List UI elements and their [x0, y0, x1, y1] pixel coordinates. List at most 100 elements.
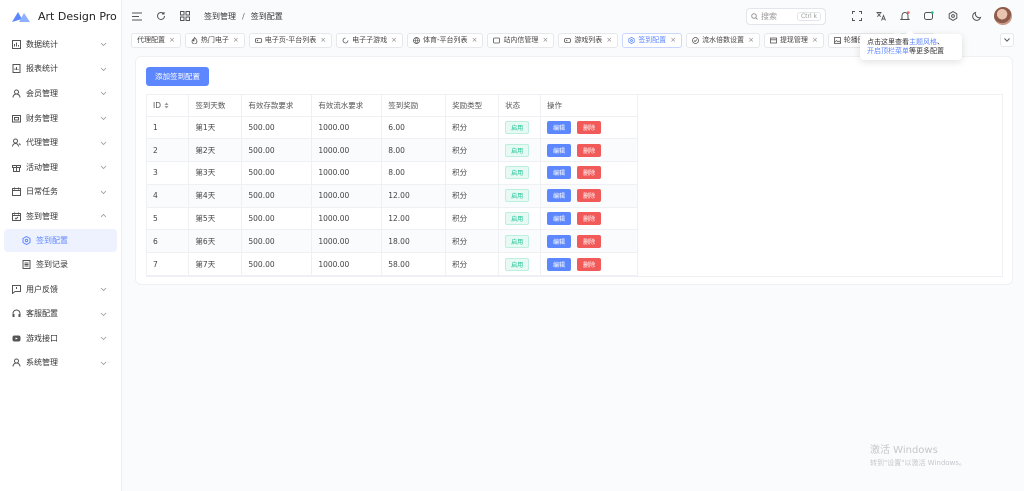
dark-mode-moon-icon[interactable] [972, 11, 982, 21]
chevron-down-icon [100, 41, 107, 48]
close-icon[interactable]: × [812, 36, 818, 44]
tab-label: 电子子游戏 [352, 36, 388, 44]
table-row: 5 第5天 500.00 1000.00 12.00 积分 启用 编辑 删除 [147, 207, 638, 231]
close-icon[interactable]: × [391, 36, 397, 44]
sidebar-item[interactable]: 报表统计 [0, 57, 121, 82]
tab-label: 游戏列表 [574, 36, 603, 44]
edit-button[interactable]: 编辑 [547, 257, 572, 271]
sidebar-item[interactable]: 会员管理 [0, 81, 121, 106]
tab[interactable]: 电子页-平台列表 × [248, 32, 333, 48]
delete-button[interactable]: 删除 [577, 257, 602, 271]
close-icon[interactable]: × [606, 36, 612, 44]
edit-button[interactable]: 编辑 [547, 166, 572, 180]
check-circle-icon [692, 36, 699, 44]
chart-bars-icon [12, 39, 21, 49]
edit-button[interactable]: 编辑 [547, 234, 572, 248]
close-icon[interactable]: × [748, 36, 754, 44]
close-icon[interactable]: × [233, 36, 239, 44]
tab[interactable]: 流水倍数设置 × [686, 32, 760, 48]
cell-reward-type: 积分 [445, 184, 500, 208]
close-icon[interactable]: × [542, 36, 548, 44]
search-input[interactable]: 搜索 Ctrl k [746, 7, 826, 25]
menu-fold-icon[interactable] [132, 11, 142, 21]
column-header-day: 签到天数 [188, 95, 243, 117]
sidebar-item[interactable]: 游戏接口 [0, 326, 121, 351]
logo-icon [12, 12, 30, 22]
tab[interactable]: 站内信管理 × [487, 32, 555, 48]
refresh-icon[interactable] [156, 11, 166, 21]
cell-reward-type: 积分 [445, 116, 500, 140]
fire-icon [191, 36, 198, 44]
grid-apps-icon[interactable] [180, 11, 190, 21]
status-badge: 启用 [505, 143, 530, 157]
chat-icon[interactable] [924, 11, 934, 21]
cell-turnover: 1000.00 [311, 184, 383, 208]
sidebar-item[interactable]: 客服配置 [0, 301, 121, 326]
delete-button[interactable]: 删除 [577, 143, 602, 157]
sidebar-item[interactable]: 财务管理 [0, 106, 121, 131]
column-header-reward-type: 奖励类型 [445, 95, 500, 117]
sidebar-item[interactable]: 用户反馈 [0, 277, 121, 302]
chevron-down-icon [100, 90, 107, 97]
sidebar-item[interactable]: 活动管理 [0, 155, 121, 180]
tab[interactable]: 游戏列表 × [558, 32, 619, 48]
delete-button[interactable]: 删除 [577, 212, 602, 226]
tooltip-link-theme[interactable]: 主题风格 [909, 38, 937, 46]
sidebar-item-label: 数据统计 [26, 39, 58, 49]
tooltip-link-topbar[interactable]: 开启顶栏菜单 [867, 47, 909, 55]
breadcrumb-item[interactable]: 签到管理 [204, 11, 236, 22]
fullscreen-icon[interactable] [852, 11, 862, 21]
gift-icon [12, 163, 21, 172]
content-card: 添加签到配置 ID 签到天数 有效存款要求 有效流水要求 签到奖励 奖励类型 状… [135, 56, 1013, 285]
tab[interactable]: 电子子游戏 × [336, 32, 404, 48]
close-icon[interactable]: × [320, 36, 326, 44]
notification-bell-icon[interactable] [900, 11, 910, 21]
user-avatar[interactable] [994, 7, 1012, 25]
tab[interactable]: 热门电子 × [184, 32, 245, 48]
translate-icon[interactable] [876, 11, 886, 21]
close-icon[interactable]: × [670, 36, 676, 44]
chevron-down-icon [100, 335, 107, 342]
cell-actions: 编辑 删除 [540, 116, 638, 140]
delete-button[interactable]: 删除 [577, 234, 602, 248]
add-checkin-config-button[interactable]: 添加签到配置 [146, 67, 209, 86]
cell-status: 启用 [498, 252, 542, 277]
sidebar-item[interactable]: 数据统计 [0, 32, 121, 57]
tab-label: 热门电子 [200, 36, 229, 44]
brand[interactable]: Art Design Pro [0, 0, 121, 32]
edit-button[interactable]: 编辑 [547, 212, 572, 226]
sidebar-item-label: 会员管理 [26, 88, 58, 98]
cell-deposit: 500.00 [241, 184, 313, 208]
sort-icon[interactable] [164, 102, 169, 109]
cell-status: 启用 [498, 229, 542, 254]
sidebar-item[interactable]: 日常任务 [0, 180, 121, 205]
chevron-down-icon [100, 65, 107, 72]
cell-reward: 58.00 [381, 252, 447, 277]
sidebar-subitem[interactable]: 签到记录 [4, 253, 117, 276]
edit-button[interactable]: 编辑 [547, 120, 572, 134]
delete-button[interactable]: 删除 [577, 166, 602, 180]
cell-reward: 6.00 [381, 116, 447, 140]
tab-label: 体育-平台列表 [423, 36, 468, 44]
settings-gear-icon[interactable] [948, 11, 958, 21]
tabs-more-button[interactable] [1000, 33, 1014, 47]
tab[interactable]: 体育-平台列表 × [407, 32, 484, 48]
sidebar-item[interactable]: 代理管理 [0, 130, 121, 155]
delete-button[interactable]: 删除 [577, 120, 602, 134]
tab[interactable]: 代理配置 × [131, 32, 181, 48]
cell-actions: 编辑 删除 [540, 138, 638, 163]
sidebar-subitem[interactable]: 签到配置 [4, 228, 117, 252]
column-header-id[interactable]: ID [147, 95, 190, 117]
close-icon[interactable]: × [472, 36, 478, 44]
edit-button[interactable]: 编辑 [547, 143, 572, 157]
tab[interactable]: 签到配置 × [622, 32, 683, 48]
sidebar: Art Design Pro 数据统计报表统计会员管理财务管理 代理管理 活动管理日… [0, 0, 122, 491]
sidebar-item[interactable]: 系统管理 [0, 351, 121, 376]
cell-reward-type: 积分 [445, 252, 500, 277]
close-icon[interactable]: × [169, 36, 175, 44]
tab[interactable]: 提现管理 × [763, 32, 824, 48]
column-header-status: 状态 [498, 95, 542, 117]
sidebar-item[interactable]: 签到管理 [0, 204, 121, 229]
edit-button[interactable]: 编辑 [547, 189, 572, 203]
delete-button[interactable]: 删除 [577, 189, 602, 203]
